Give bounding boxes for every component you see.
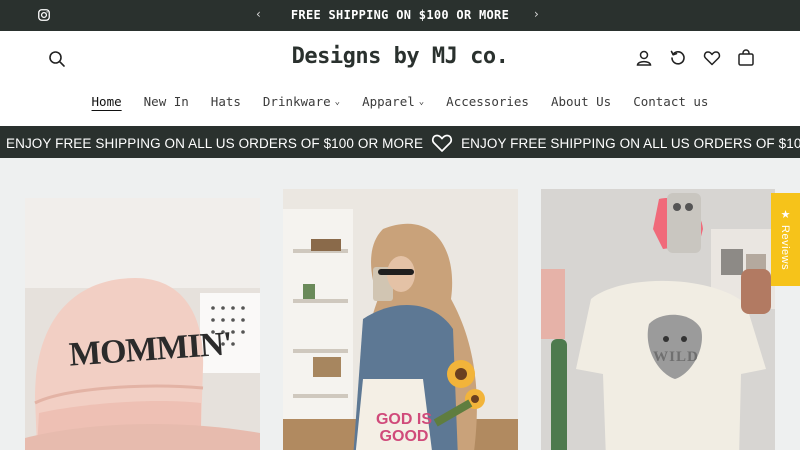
nav-item-drinkware[interactable]: Drinkware ⌄ [263,90,340,112]
tote-print-text: GOD IS GOOD [375,411,432,445]
nav-item-contact-us[interactable]: Contact us [633,90,708,112]
nav-item-new-in[interactable]: New In [144,90,189,112]
tee-print-text: WILD [653,349,699,365]
instagram-icon[interactable] [38,9,50,21]
product-image-hat[interactable]: MOMMIN' [25,198,260,450]
product-gallery: MOMMIN' GOD IS GOOD WILD [0,158,800,450]
marquee-text: ENJOY FREE SHIPPING ON ALL US ORDERS OF … [461,135,800,151]
account-icon[interactable] [635,49,653,67]
reviews-tab[interactable]: ★ Reviews [771,193,800,286]
announcement-prev-button[interactable]: ‹ [256,7,261,21]
nav-item-apparel[interactable]: Apparel ⌄ [362,90,424,112]
reviews-tab-label: ★ Reviews [779,208,791,271]
site-logo[interactable]: Designs by MJ co. [250,44,550,69]
product-image-tote[interactable]: GOD IS GOOD [283,189,518,450]
nav-item-about-us[interactable]: About Us [551,90,611,112]
announcement-message: FREE SHIPPING ON $100 OR MORE [290,8,510,22]
nav-item-label: About Us [550,93,612,109]
main-nav: Home New In Hats Drinkware ⌄ Apparel ⌄ Acc… [0,90,800,112]
site-header: Designs by MJ co. Home New In Hats Drink… [0,31,800,125]
nav-item-label: New In [143,93,189,109]
heart-icon [432,134,453,152]
shipping-marquee: ENJOY FREE SHIPPING ON ALL US ORDERS OF … [0,126,800,158]
nav-item-hats[interactable]: Hats [211,90,241,112]
tee-photo [541,189,775,450]
refresh-icon[interactable] [669,49,687,67]
nav-item-label: Apparel [362,93,415,109]
wishlist-icon[interactable] [703,49,721,67]
search-icon[interactable] [48,50,66,68]
nav-item-label: Contact us [633,93,709,109]
chevron-down-icon: ⌄ [334,97,341,107]
nav-item-label: Home [91,93,122,109]
nav-item-label: Drinkware [262,93,331,109]
chevron-down-icon: ⌄ [418,97,425,107]
nav-item-home[interactable]: Home [92,90,122,112]
marquee-text: ENJOY FREE SHIPPING ON ALL US ORDERS OF … [6,135,424,151]
nav-item-label: Accessories [446,93,529,109]
cart-icon[interactable] [737,49,755,67]
product-image-tee[interactable]: WILD [541,189,775,450]
announcement-next-button[interactable]: › [534,7,539,21]
hat-photo [25,198,260,450]
announcement-bar: ‹ FREE SHIPPING ON $100 OR MORE › [0,0,800,31]
nav-item-label: Hats [210,93,241,109]
nav-item-accessories[interactable]: Accessories [446,90,529,112]
